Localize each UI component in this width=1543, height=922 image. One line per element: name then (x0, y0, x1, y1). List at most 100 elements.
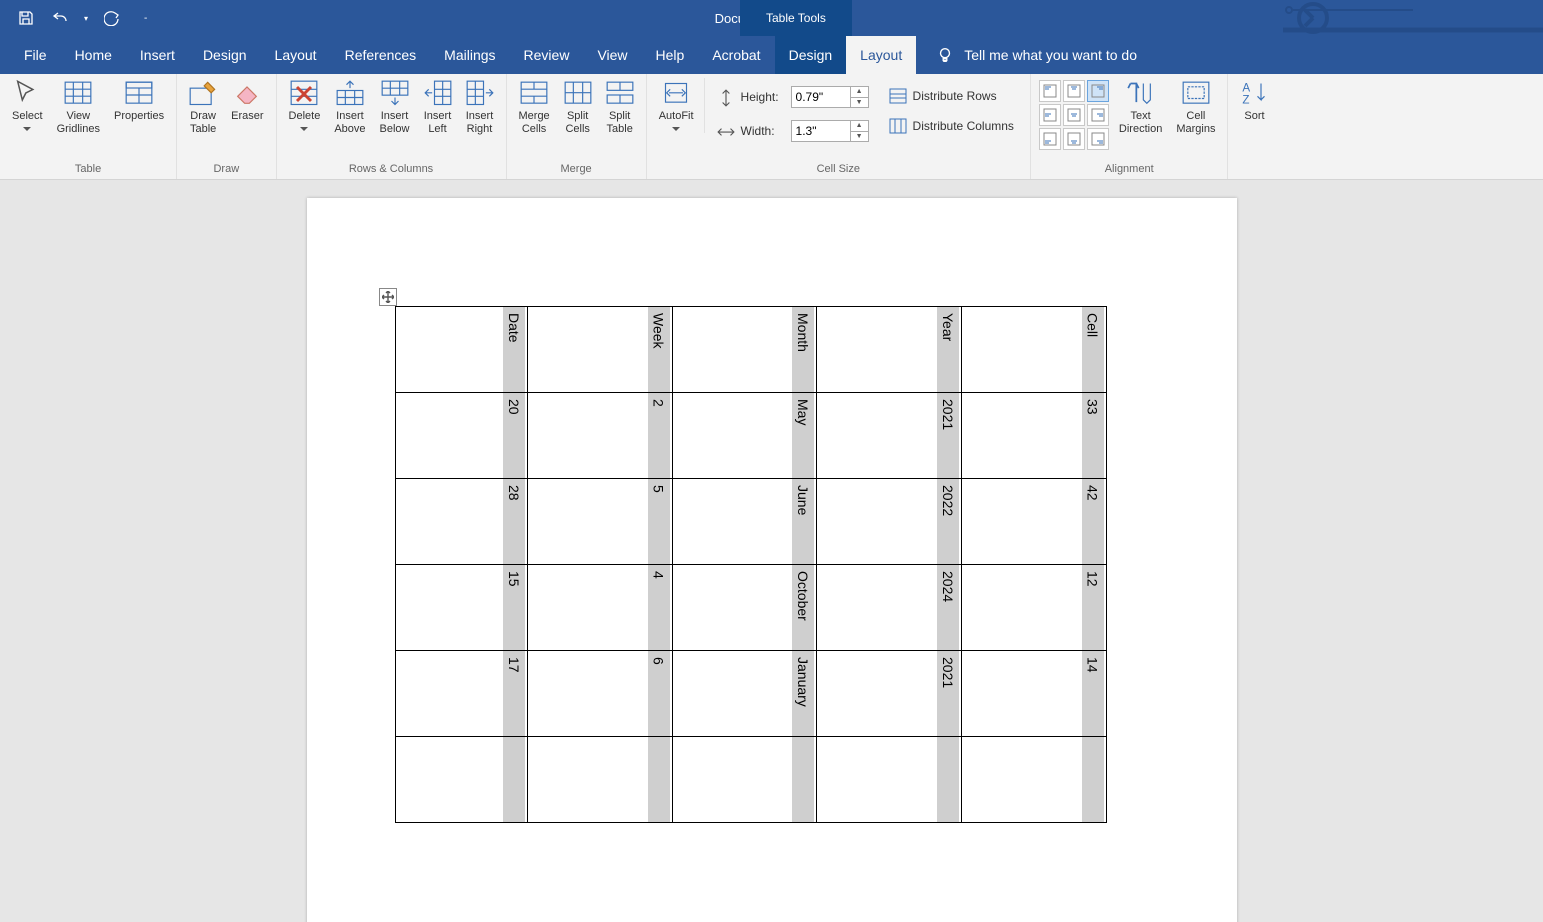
save-button[interactable] (16, 8, 36, 28)
tab-table-design[interactable]: Design (775, 36, 847, 74)
view-gridlines-button[interactable]: View Gridlines (51, 78, 106, 137)
height-icon (717, 89, 735, 105)
table-cell[interactable]: 15 (395, 565, 527, 651)
table-move-handle[interactable] (379, 288, 397, 306)
tab-file[interactable]: File (10, 36, 61, 74)
page[interactable]: DateWeekMonthYearCell202May202133285June… (307, 198, 1237, 922)
tab-review[interactable]: Review (510, 36, 584, 74)
height-input[interactable] (792, 87, 850, 107)
tab-references[interactable]: References (331, 36, 431, 74)
height-spinner[interactable]: ▲▼ (791, 86, 869, 108)
table-cell[interactable]: 2021 (817, 651, 962, 737)
table-cell[interactable]: 4 (527, 565, 672, 651)
width-icon (717, 123, 735, 139)
table-cell[interactable]: 2021 (817, 393, 962, 479)
tab-table-layout[interactable]: Layout (846, 36, 916, 74)
spin-down-icon[interactable]: ▼ (851, 132, 868, 142)
group-rows-columns: Delete Insert Above Insert Below Insert … (277, 74, 507, 179)
width-input[interactable] (792, 121, 850, 141)
draw-table-button[interactable]: Draw Table (183, 78, 223, 137)
split-table-button[interactable]: Split Table (600, 78, 640, 137)
align-center-center[interactable] (1063, 104, 1085, 126)
align-top-left[interactable] (1039, 80, 1061, 102)
table-cell[interactable]: 20 (395, 393, 527, 479)
table-cell[interactable]: 6 (527, 651, 672, 737)
align-bottom-center[interactable] (1063, 128, 1085, 150)
tab-mailings[interactable]: Mailings (430, 36, 509, 74)
table-cell[interactable]: 2 (527, 393, 672, 479)
table-cell[interactable]: 28 (395, 479, 527, 565)
insert-left-button[interactable]: Insert Left (418, 78, 458, 137)
table-cell[interactable]: 12 (961, 565, 1106, 651)
insert-below-button[interactable]: Insert Below (374, 78, 416, 137)
distribute-rows-button[interactable]: Distribute Rows (885, 86, 1018, 106)
tab-design[interactable]: Design (189, 36, 261, 74)
table-header-cell[interactable]: Week (527, 307, 672, 393)
undo-dropdown-icon[interactable]: ▾ (84, 14, 88, 23)
sort-button[interactable]: AZ Sort (1234, 78, 1274, 125)
table-cell[interactable]: 42 (961, 479, 1106, 565)
align-top-right[interactable] (1087, 80, 1109, 102)
width-spinner[interactable]: ▲▼ (791, 120, 869, 142)
table-cell[interactable]: 5 (527, 479, 672, 565)
table-cell[interactable]: June (672, 479, 817, 565)
table-header-cell[interactable]: Month (672, 307, 817, 393)
align-bottom-right[interactable] (1087, 128, 1109, 150)
spin-down-icon[interactable]: ▼ (851, 98, 868, 108)
table-cell[interactable] (527, 737, 672, 823)
tab-layout[interactable]: Layout (261, 36, 331, 74)
table-cell[interactable]: 17 (395, 651, 527, 737)
table-cell[interactable]: 33 (961, 393, 1106, 479)
tab-view[interactable]: View (583, 36, 641, 74)
table-cell[interactable]: January (672, 651, 817, 737)
spin-up-icon[interactable]: ▲ (851, 87, 868, 98)
table-cell[interactable]: May (672, 393, 817, 479)
table-cell[interactable]: 2022 (817, 479, 962, 565)
document-area[interactable]: DateWeekMonthYearCell202May202133285June… (0, 180, 1543, 922)
table-header-cell[interactable]: Cell (961, 307, 1106, 393)
tab-home[interactable]: Home (61, 36, 126, 74)
table-cell[interactable] (395, 737, 527, 823)
redo-button[interactable] (102, 8, 122, 28)
tell-me-search[interactable]: Tell me what you want to do (916, 36, 1137, 74)
cell-text-wrap: 4 (648, 565, 670, 650)
tab-help[interactable]: Help (642, 36, 699, 74)
autofit-button[interactable]: AutoFit (653, 78, 705, 133)
cell-text: May (795, 393, 811, 425)
merge-cells-button[interactable]: Merge Cells (513, 78, 556, 137)
insert-right-button[interactable]: Insert Right (460, 78, 500, 137)
cell-text-wrap: Year (937, 307, 959, 392)
align-center-right[interactable] (1087, 104, 1109, 126)
cell-text: June (795, 479, 811, 515)
cell-text: 20 (506, 393, 522, 415)
text-direction-button[interactable]: Text Direction (1113, 78, 1168, 137)
cell-text-wrap (648, 737, 670, 822)
cell-text-wrap: 28 (503, 479, 525, 564)
document-table[interactable]: DateWeekMonthYearCell202May202133285June… (395, 306, 1107, 823)
qat-customize-icon[interactable]: - (136, 13, 147, 24)
properties-button[interactable]: Properties (108, 78, 170, 125)
spin-up-icon[interactable]: ▲ (851, 121, 868, 132)
eraser-button[interactable]: Eraser (225, 78, 269, 125)
split-cells-button[interactable]: Split Cells (558, 78, 598, 137)
align-bottom-left[interactable] (1039, 128, 1061, 150)
tab-acrobat[interactable]: Acrobat (698, 36, 774, 74)
distribute-columns-button[interactable]: Distribute Columns (885, 116, 1018, 136)
undo-button[interactable] (50, 8, 70, 28)
table-cell[interactable]: October (672, 565, 817, 651)
table-header-cell[interactable]: Year (817, 307, 962, 393)
align-top-center[interactable] (1063, 80, 1085, 102)
table-cell[interactable] (817, 737, 962, 823)
delete-button[interactable]: Delete (283, 78, 327, 133)
table-cell[interactable]: 2024 (817, 565, 962, 651)
table-cell[interactable] (672, 737, 817, 823)
insert-above-button[interactable]: Insert Above (328, 78, 371, 137)
table-cell[interactable] (961, 737, 1106, 823)
table-header-cell[interactable]: Date (395, 307, 527, 393)
cell-margins-button[interactable]: Cell Margins (1170, 78, 1221, 137)
align-center-left[interactable] (1039, 104, 1061, 126)
select-button[interactable]: Select (6, 78, 49, 133)
cell-text: October (795, 565, 811, 621)
tab-insert[interactable]: Insert (126, 36, 189, 74)
table-cell[interactable]: 14 (961, 651, 1106, 737)
